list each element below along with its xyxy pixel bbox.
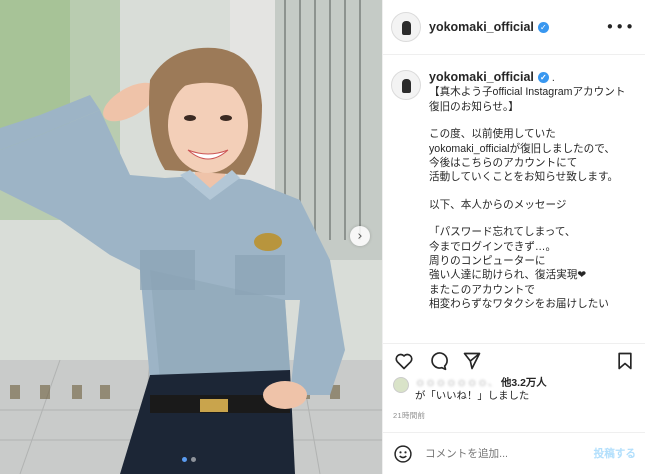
caption-line: 強い人達に助けられ、復活実現❤ bbox=[429, 269, 587, 282]
caption-line: 相変わらずなワタクシをお届けしたい bbox=[429, 298, 609, 311]
liker-avatar[interactable] bbox=[393, 377, 409, 393]
caption-username[interactable]: yokomaki_official bbox=[429, 70, 534, 84]
caption-author-avatar[interactable] bbox=[391, 70, 421, 100]
caption-line: 今後はこちらのアカウントにて bbox=[429, 157, 578, 170]
carousel-dot bbox=[191, 457, 196, 462]
carousel-dots bbox=[182, 457, 196, 462]
post-caption: yokomaki_official ✓ . 【真木よう子official Inst… bbox=[383, 56, 645, 340]
photo-illustration bbox=[0, 0, 382, 474]
caption-body: yokomaki_official ✓ . 【真木よう子official Inst… bbox=[429, 70, 634, 340]
comment-input[interactable] bbox=[425, 447, 585, 460]
likes-others-count[interactable]: 他3.2万人 bbox=[501, 378, 547, 389]
like-heart-icon[interactable] bbox=[393, 350, 415, 372]
caption-line: またこのアカウントで bbox=[429, 283, 535, 296]
carousel-next-button[interactable]: › bbox=[350, 226, 370, 246]
likes-text: ｏｏｏｏｏｏｏ、 他3.2万人 が「いいね！」しました bbox=[415, 377, 547, 403]
post-comment-button[interactable]: 投稿する bbox=[594, 446, 636, 461]
caption-line: 「パスワード忘れてしまって、 bbox=[429, 226, 576, 239]
post-side-panel: yokomaki_official ✓ ••• yokomaki_officia… bbox=[382, 0, 645, 474]
likes-suffix: が「いいね！」しました bbox=[415, 391, 530, 402]
emoji-smiley-icon[interactable] bbox=[393, 444, 413, 464]
verified-badge-icon: ✓ bbox=[537, 72, 549, 83]
share-send-icon[interactable] bbox=[461, 350, 483, 372]
author-avatar[interactable] bbox=[391, 12, 421, 42]
comment-bubble-icon[interactable] bbox=[427, 350, 449, 372]
caption-line: 周りのコンピューターに bbox=[429, 255, 546, 268]
caption-line: 【真木よう子official Instagramアカウント復旧のお知らせ。】 bbox=[429, 86, 626, 113]
caption-line bbox=[429, 114, 634, 127]
caption-line bbox=[429, 185, 634, 198]
caption-line: 活動していくことをお知らせ致します。 bbox=[429, 171, 619, 184]
chevron-right-icon: › bbox=[357, 228, 363, 244]
caption-line: yokomaki_officialが復旧しましたので、 bbox=[429, 142, 615, 155]
caption-line: 今までログインできず…。 bbox=[429, 240, 557, 253]
post-header: yokomaki_official ✓ ••• bbox=[383, 0, 645, 55]
post-timestamp[interactable]: 21時間前 bbox=[393, 410, 425, 421]
post-actions bbox=[383, 343, 645, 377]
caption-line: 以下、本人からのメッセージ bbox=[429, 198, 567, 211]
verified-badge-icon: ✓ bbox=[537, 21, 549, 33]
caption-suffix: . bbox=[551, 72, 555, 84]
caption-line bbox=[429, 212, 634, 225]
author-username[interactable]: yokomaki_official bbox=[429, 20, 534, 34]
carousel-dot bbox=[182, 457, 187, 462]
likes-summary: ｏｏｏｏｏｏｏ、 他3.2万人 が「いいね！」しました bbox=[393, 377, 547, 403]
add-comment-bar: 投稿する bbox=[383, 432, 645, 474]
caption-text: 【真木よう子official Instagramアカウント復旧のお知らせ。】この… bbox=[429, 85, 634, 311]
liker-name[interactable]: ｏｏｏｏｏｏｏ、 bbox=[415, 378, 498, 389]
bookmark-icon[interactable] bbox=[614, 350, 636, 372]
more-options-icon[interactable]: ••• bbox=[605, 18, 635, 36]
caption-line: この度、以前使用していた bbox=[429, 128, 556, 141]
post-photo[interactable]: › bbox=[0, 0, 382, 474]
